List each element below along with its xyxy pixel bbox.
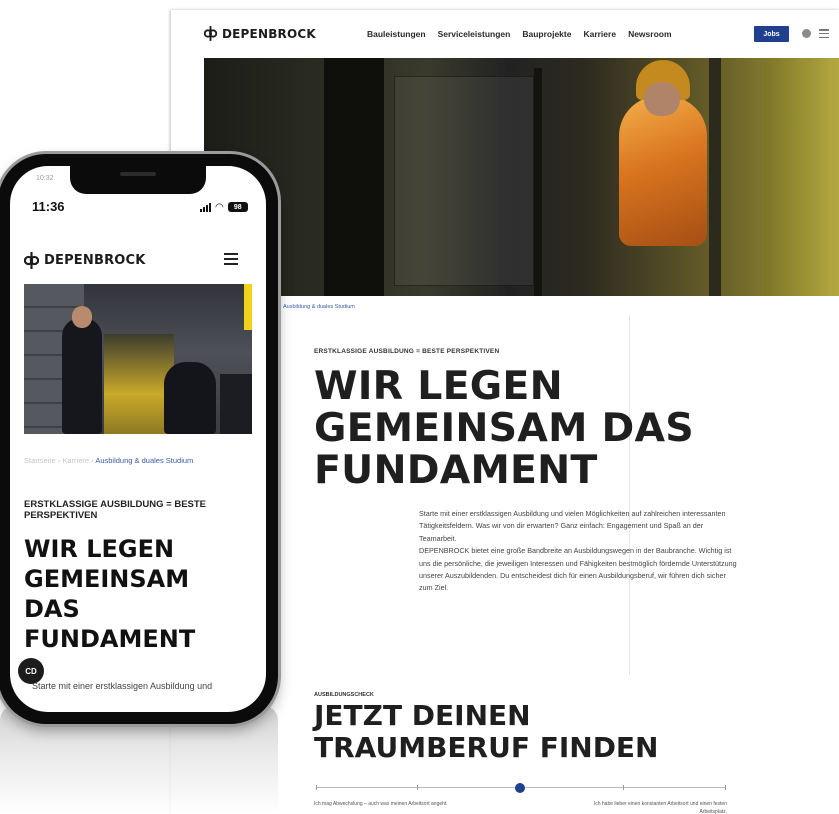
- status-time: 11:36: [32, 199, 65, 214]
- main-nav: Bauleistungen Serviceleistungen Bauproje…: [367, 29, 672, 39]
- phone-notch: [70, 166, 206, 194]
- slider-tick: [316, 785, 317, 790]
- battery-icon: 98: [227, 202, 248, 212]
- mobile-intro-text: Starte mit einer erstklassigen Ausbildun…: [32, 681, 213, 691]
- nav-item-serviceleistungen[interactable]: Serviceleistungen: [438, 29, 511, 39]
- preference-slider-handle[interactable]: [515, 783, 525, 793]
- phone-screen: 10:32 11:36 ◠ 98 DEPENBROCK Startseite ›…: [10, 166, 266, 712]
- page-title: WIR LEGEN GEMEINSAM DAS FUNDAMENT: [314, 363, 694, 493]
- language-globe-icon[interactable]: [802, 29, 811, 38]
- brand-name: DEPENBROCK: [222, 26, 316, 41]
- wifi-icon: ◠: [215, 201, 224, 213]
- signal-icon: [200, 202, 211, 212]
- intro-text: Starte mit einer erstklassigen Ausbildun…: [419, 508, 739, 595]
- breadcrumb[interactable]: Ausbildung & duales Studium: [283, 304, 355, 310]
- mobile-breadcrumb: Startseite › Karriere › Ausbildung & dua…: [24, 456, 194, 465]
- slider-tick: [623, 785, 624, 790]
- phone-mockup: 10:32 11:36 ◠ 98 DEPENBROCK Startseite ›…: [0, 154, 278, 724]
- slider-tick: [725, 785, 726, 790]
- mobile-logo[interactable]: DEPENBROCK: [24, 252, 146, 269]
- hero-image: [204, 58, 839, 296]
- section-kicker: ERSTKLASSIGE AUSBILDUNG = BESTE PERSPEKT…: [314, 348, 500, 355]
- hamburger-menu-icon[interactable]: [224, 253, 238, 265]
- nav-item-newsroom[interactable]: Newsroom: [628, 29, 671, 39]
- ausbildungscheck-kicker: AUSBILDUNGSCHECK: [314, 692, 374, 698]
- jobs-button[interactable]: Jobs: [754, 26, 789, 42]
- slider-label-right: Ich habe lieber einen konstanten Arbeits…: [593, 801, 727, 814]
- slider-label-left: Ich mag Abwechslung – auch was meinen Ar…: [314, 801, 448, 807]
- depenbrock-logo-icon: [24, 252, 39, 269]
- status-icons: ◠ 98: [200, 202, 248, 212]
- breadcrumb-home[interactable]: Startseite: [24, 456, 56, 465]
- ghost-time: 10:32: [36, 175, 54, 182]
- nav-item-karriere[interactable]: Karriere: [583, 29, 616, 39]
- nav-item-bauleistungen[interactable]: Bauleistungen: [367, 29, 426, 39]
- mobile-kicker: ERSTKLASSIGE AUSBILDUNG = BESTE PERSPEKT…: [24, 499, 207, 521]
- ausbildungscheck-title: JETZT DEINEN TRAUMBERUF FINDEN: [314, 699, 659, 764]
- nav-item-bauprojekte[interactable]: Bauprojekte: [522, 29, 571, 39]
- menu-icon[interactable]: [819, 29, 829, 38]
- intro-paragraph: Starte mit einer erstklassigen Ausbildun…: [419, 509, 726, 543]
- desktop-logo[interactable]: DEPENBROCK: [204, 26, 316, 41]
- slider-tick: [417, 785, 418, 790]
- breadcrumb-current[interactable]: Ausbildung & duales Studium: [95, 456, 193, 465]
- cookie-settings-button[interactable]: CD: [18, 658, 44, 684]
- mobile-page-title: WIR LEGEN GEMEINSAM DAS FUNDAMENT: [24, 535, 196, 653]
- breadcrumb-karriere[interactable]: Karriere: [62, 456, 89, 465]
- brand-name: DEPENBROCK: [44, 253, 146, 268]
- desktop-header: DEPENBROCK Bauleistungen Serviceleistung…: [171, 10, 839, 58]
- intro-paragraph: DEPENBROCK bietet eine große Bandbreite …: [419, 546, 737, 593]
- depenbrock-logo-icon: [204, 26, 217, 41]
- mobile-hero-image: [24, 284, 252, 434]
